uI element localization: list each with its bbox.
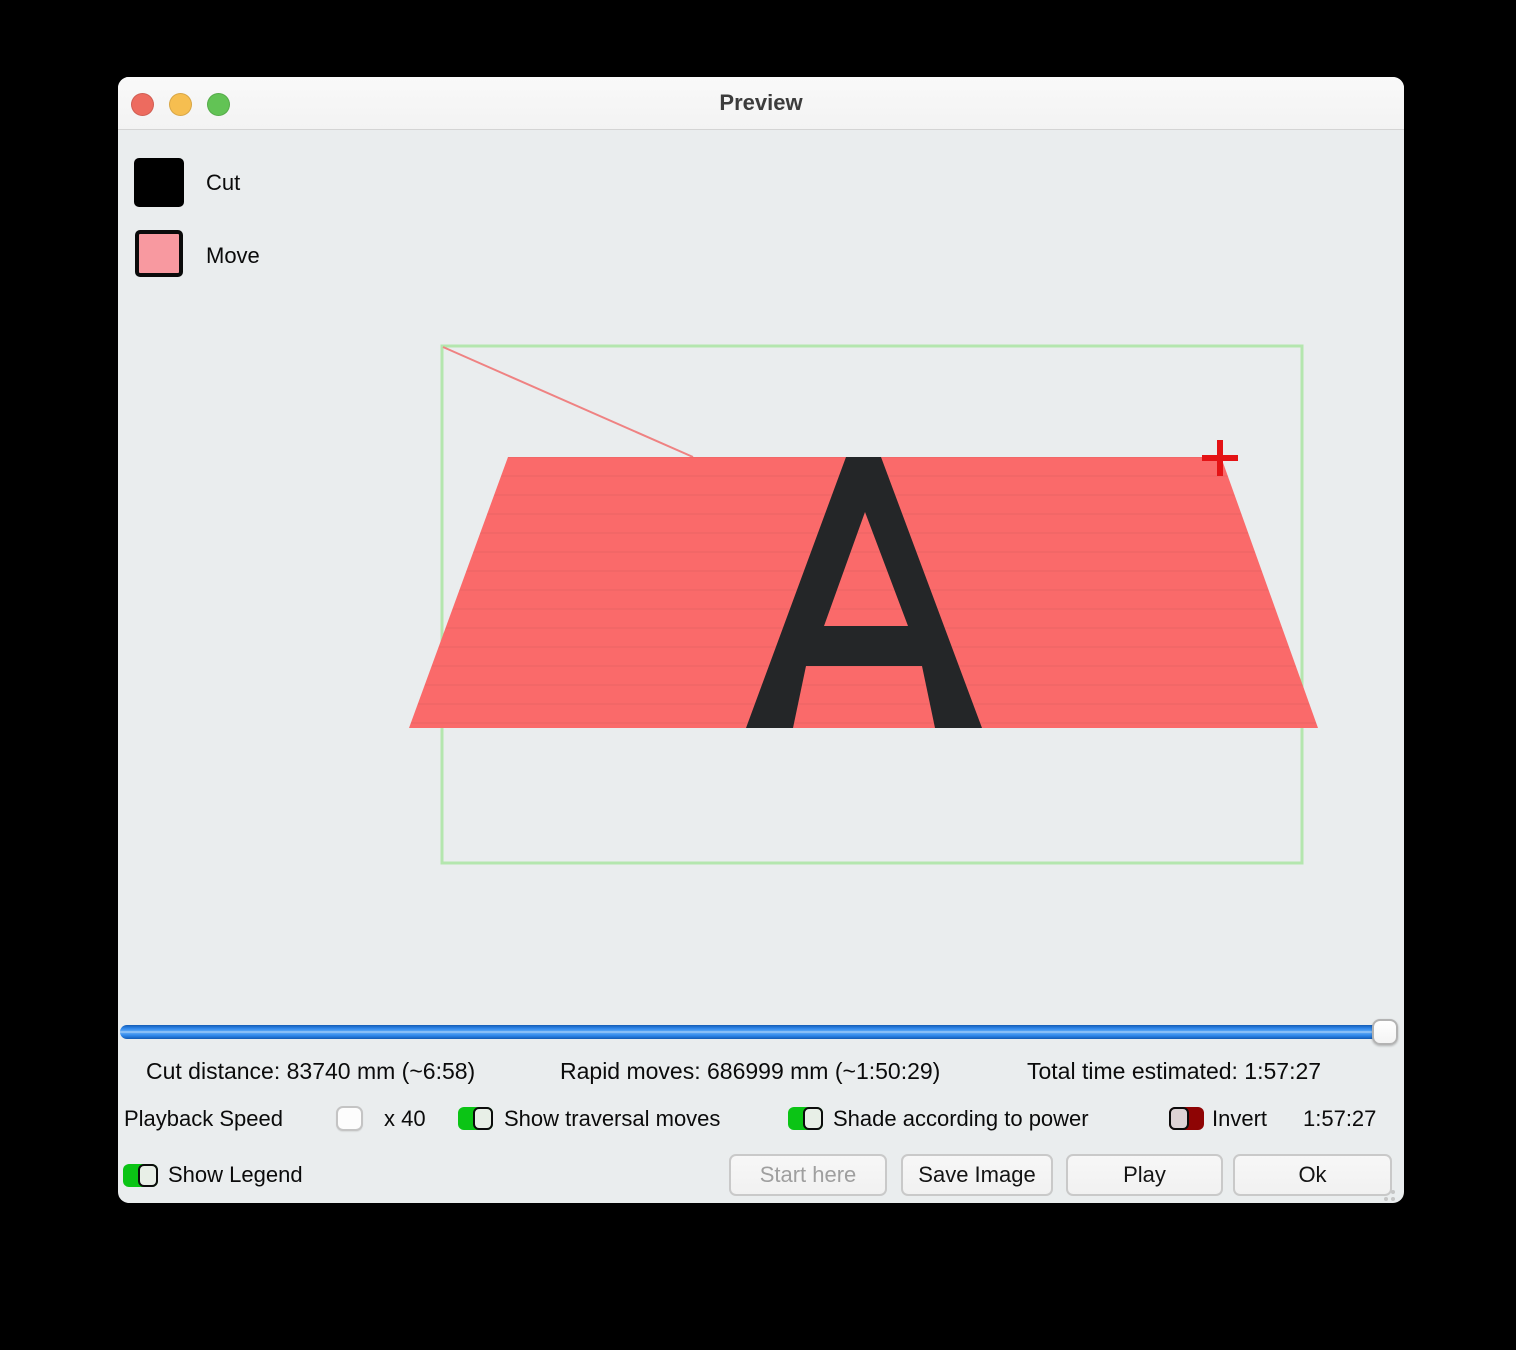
invert-toggle[interactable]: [1169, 1107, 1204, 1130]
toggle-knob: [803, 1107, 823, 1130]
save-image-button[interactable]: Save Image: [901, 1154, 1053, 1196]
travel-move-line: [443, 347, 693, 457]
play-button[interactable]: Play: [1066, 1154, 1223, 1196]
rapid-moves-text: Rapid moves: 686999 mm (~1:50:29): [560, 1058, 940, 1084]
engrave-banding-overlay: [409, 457, 1318, 728]
desktop-background: Preview Cut Move Cut distance: 83740 mm …: [0, 0, 1516, 1350]
toggle-knob: [1169, 1107, 1189, 1130]
window-titlebar: Preview: [118, 77, 1404, 130]
toggle-knob: [473, 1107, 493, 1130]
preview-window: Preview Cut Move Cut distance: 83740 mm …: [118, 77, 1404, 1203]
speed-multiplier-label: x 40: [384, 1106, 426, 1132]
playback-progress-slider[interactable]: [120, 1025, 1398, 1039]
show-legend-toggle[interactable]: [123, 1164, 158, 1187]
resize-grip[interactable]: [1391, 1190, 1395, 1194]
bed-outline: [442, 346, 1302, 863]
toggle-knob: [138, 1164, 158, 1187]
shade-power-label: Shade according to power: [833, 1106, 1089, 1132]
start-here-button[interactable]: Start here: [729, 1154, 887, 1196]
playback-speed-label: Playback Speed: [124, 1106, 283, 1132]
show-traversal-label: Show traversal moves: [504, 1106, 720, 1132]
playback-time-display: 1:57:27: [1303, 1106, 1376, 1132]
playback-slider-handle[interactable]: [1372, 1019, 1398, 1045]
show-traversal-toggle[interactable]: [458, 1107, 493, 1130]
total-time-text: Total time estimated: 1:57:27: [1027, 1058, 1321, 1084]
engrave-moves-area: [409, 457, 1318, 728]
cut-distance-text: Cut distance: 83740 mm (~6:58): [146, 1058, 475, 1084]
window-title: Preview: [118, 90, 1404, 129]
ok-button[interactable]: Ok: [1233, 1154, 1392, 1196]
shade-power-toggle[interactable]: [788, 1107, 823, 1130]
invert-label: Invert: [1212, 1106, 1267, 1132]
legend-cut-swatch: [134, 158, 184, 207]
cut-letter-a: [746, 457, 982, 728]
legend-move-swatch: [135, 230, 183, 277]
legend-cut-label: Cut: [206, 170, 240, 196]
playback-speed-checkbox[interactable]: [336, 1106, 363, 1131]
legend-move-label: Move: [206, 243, 260, 269]
show-legend-label: Show Legend: [168, 1162, 303, 1188]
